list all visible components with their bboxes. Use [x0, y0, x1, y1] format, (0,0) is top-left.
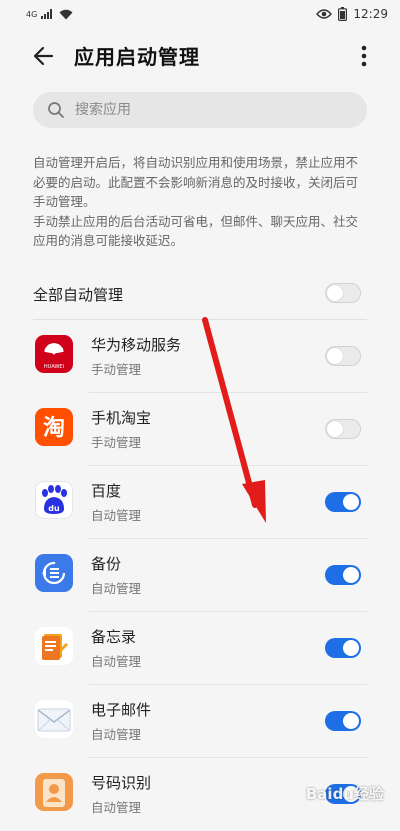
- app-row-memo[interactable]: 备忘录 自动管理: [33, 612, 367, 685]
- app-header: 应用启动管理: [0, 28, 400, 84]
- app-name: 华为移动服务: [91, 336, 182, 354]
- app-status: 自动管理: [91, 800, 142, 815]
- more-vertical-icon[interactable]: [354, 42, 374, 70]
- app-row-backup[interactable]: 备份 自动管理: [33, 539, 367, 612]
- email-icon: [35, 700, 73, 738]
- clock: 12:29: [353, 7, 388, 21]
- status-left: 4G: [26, 9, 73, 20]
- taobao-icon-glyph: 淘: [43, 415, 65, 441]
- app-status: 自动管理: [91, 654, 142, 669]
- watermark: Baidu经验: [305, 785, 384, 803]
- app-row-baidu[interactable]: du 百度 自动管理: [33, 466, 367, 539]
- search-bar[interactable]: [33, 92, 367, 128]
- app-status: 自动管理: [91, 581, 142, 596]
- signal-icon: [41, 9, 53, 19]
- app-row-hms[interactable]: HUAWEI 华为移动服务 手动管理: [33, 320, 367, 393]
- arrow-left-icon[interactable]: [30, 42, 58, 70]
- app-status: 手动管理: [91, 435, 142, 450]
- wifi-icon: [59, 9, 73, 20]
- auto-manage-all-toggle[interactable]: [325, 283, 361, 303]
- app-status: 自动管理: [91, 727, 142, 742]
- battery-icon: [338, 7, 348, 21]
- huawei-icon-caption: HUAWEI: [44, 364, 64, 370]
- description-text: 自动管理开启后，将自动识别应用和使用场景，禁止应用不必要的启动。此配置不会影响新…: [33, 153, 369, 251]
- app-toggle-email[interactable]: [325, 711, 361, 731]
- taobao-icon: 淘: [35, 408, 73, 446]
- app-toggle-memo[interactable]: [325, 638, 361, 658]
- contact-id-icon: [35, 773, 73, 811]
- app-name: 备忘录: [91, 628, 137, 646]
- app-toggle-baidu[interactable]: [325, 492, 361, 512]
- app-name: 手机淘宝: [91, 409, 152, 427]
- app-row-taobao[interactable]: 淘 手机淘宝 手动管理: [33, 393, 367, 466]
- status-bar: 4G 12:29: [0, 0, 400, 28]
- baidu-icon-caption: du: [48, 504, 60, 513]
- app-name: 百度: [91, 482, 122, 500]
- search-icon: [47, 101, 65, 119]
- search-input[interactable]: [73, 101, 357, 119]
- huawei-icon: HUAWEI: [35, 335, 73, 373]
- app-toggle-hms[interactable]: [325, 346, 361, 366]
- network-type: 4G: [26, 9, 38, 19]
- app-status: 手动管理: [91, 362, 142, 377]
- description-paragraph-manual: 手动禁止应用的后台活动可省电，但邮件、聊天应用、社交应用的消息可能接收延迟。: [33, 213, 359, 249]
- status-right: 12:29: [316, 7, 388, 21]
- app-name: 备份: [91, 555, 122, 573]
- app-status: 自动管理: [91, 508, 142, 523]
- app-toggle-taobao[interactable]: [325, 419, 361, 439]
- eye-comfort-icon: [316, 9, 333, 19]
- description-paragraph-auto: 自动管理开启后，将自动识别应用和使用场景，禁止应用不必要的启动。此配置不会影响新…: [33, 155, 359, 209]
- auto-manage-all-label: 全部自动管理: [33, 286, 124, 304]
- app-name: 号码识别: [91, 774, 152, 792]
- app-toggle-backup[interactable]: [325, 565, 361, 585]
- backup-icon: [35, 554, 73, 592]
- app-name: 电子邮件: [91, 701, 152, 719]
- baidu-paw-icon: du: [35, 481, 73, 519]
- memo-icon: [35, 627, 73, 665]
- page-title: 应用启动管理: [74, 45, 200, 69]
- auto-manage-all-row[interactable]: 全部自动管理: [33, 276, 367, 312]
- app-row-email[interactable]: 电子邮件 自动管理: [33, 685, 367, 758]
